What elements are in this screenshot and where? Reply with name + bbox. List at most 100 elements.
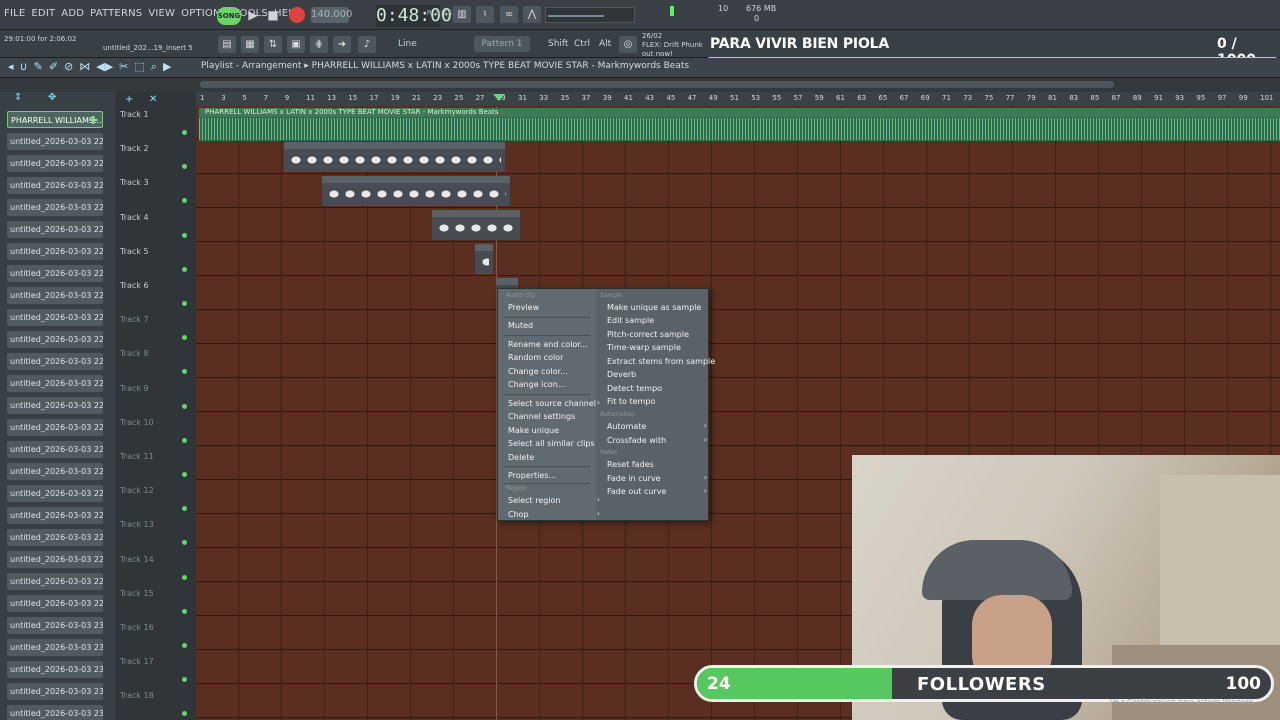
- channel-rack-icon[interactable]: ▦: [241, 36, 259, 53]
- browser-icon[interactable]: ▣: [287, 36, 305, 53]
- audio-clip[interactable]: [284, 142, 505, 172]
- song-mode-toggle[interactable]: SONG: [217, 7, 241, 25]
- channel-item[interactable]: PHARRELL WILLIAMS... ✚: [7, 111, 103, 128]
- snap-select[interactable]: Line: [396, 36, 419, 52]
- channel-item[interactable]: untitled_2026-03-03 22-: [7, 573, 103, 590]
- arrow-left-icon[interactable]: ◂: [8, 60, 14, 74]
- track-header[interactable]: Track 10: [120, 418, 196, 443]
- news-icon[interactable]: ◎: [619, 36, 637, 53]
- menu-item[interactable]: Select source channel: [508, 398, 600, 408]
- select-icon[interactable]: ⬚: [134, 60, 144, 74]
- track-mute-led[interactable]: [182, 198, 187, 204]
- track-mute-led[interactable]: [182, 711, 187, 717]
- audio-clip[interactable]: [322, 176, 510, 206]
- track-header[interactable]: Track 1: [120, 110, 196, 135]
- track-header[interactable]: Track 4: [120, 213, 196, 238]
- menu-add[interactable]: ADD: [61, 8, 84, 19]
- mixer-icon[interactable]: ⇅: [264, 36, 282, 53]
- track-mute-led[interactable]: [182, 574, 187, 580]
- menu-item[interactable]: Reset fades: [607, 460, 654, 469]
- menu-item[interactable]: Crossfade with: [607, 435, 707, 445]
- track-header[interactable]: Track 18: [120, 691, 196, 717]
- track-mute-led[interactable]: [182, 437, 187, 443]
- menu-item[interactable]: Channel settings: [508, 412, 575, 421]
- alt-key[interactable]: Alt: [597, 36, 613, 52]
- channel-item[interactable]: untitled_2026-03-03 22-: [7, 331, 103, 348]
- menu-item[interactable]: Select region: [508, 495, 600, 505]
- delete-tool-icon[interactable]: ⊘: [64, 60, 73, 74]
- menu-item[interactable]: Change icon...: [508, 380, 565, 389]
- menu-item[interactable]: Fit to tempo: [607, 397, 655, 406]
- audio-clip[interactable]: [475, 244, 493, 274]
- menu-item[interactable]: Change color...: [508, 367, 568, 376]
- track-mute-led[interactable]: [182, 403, 187, 409]
- add-track-icon[interactable]: +: [125, 94, 133, 105]
- channel-item[interactable]: untitled_2026-03-03 22-: [7, 551, 103, 568]
- plugin-picker-icon[interactable]: ⋕: [310, 36, 328, 53]
- menu-item[interactable]: Select all similar clips: [508, 439, 595, 448]
- channel-item[interactable]: untitled_2026-03-03 22-: [7, 287, 103, 304]
- pencil-icon[interactable]: ✎: [34, 60, 43, 74]
- channel-item[interactable]: untitled_2026-03-03 22-: [7, 507, 103, 524]
- menu-item[interactable]: Deverb: [607, 370, 636, 379]
- menu-item[interactable]: Make unique: [508, 426, 559, 435]
- track-header[interactable]: Track 16: [120, 623, 196, 648]
- channel-item[interactable]: untitled_2026-03-03 23-: [7, 661, 103, 678]
- add-channel-icon[interactable]: ✚: [89, 112, 98, 127]
- expand-icon[interactable]: ⇕: [14, 92, 22, 103]
- metronome-icon[interactable]: ⋀: [523, 6, 541, 23]
- pattern-select[interactable]: Pattern 1: [474, 36, 530, 52]
- menu-item[interactable]: Fade out curve: [607, 486, 707, 496]
- channel-item[interactable]: untitled_2026-03-03 23-: [7, 683, 103, 700]
- menu-item[interactable]: Time-warp sample: [607, 343, 681, 352]
- channel-item[interactable]: untitled_2026-03-03 22-: [7, 133, 103, 150]
- channel-item[interactable]: untitled_2026-03-03 22-: [7, 199, 103, 216]
- playlist-icon[interactable]: ▤: [218, 36, 236, 53]
- menu-patterns[interactable]: PATTERNS: [90, 8, 142, 19]
- track-mute-led[interactable]: [182, 266, 187, 272]
- mic-icon[interactable]: ♪: [358, 36, 376, 53]
- menu-item[interactable]: Rename and color...: [508, 340, 588, 349]
- menu-item[interactable]: Random color: [508, 353, 563, 362]
- menu-item[interactable]: Delete: [508, 453, 534, 462]
- arrow-icon[interactable]: ➜: [333, 36, 351, 53]
- track-mute-led[interactable]: [182, 369, 187, 375]
- menu-item[interactable]: Properties...: [508, 471, 556, 480]
- track-header[interactable]: Track 7: [120, 315, 196, 341]
- channel-item[interactable]: untitled_2026-03-03 22-: [7, 353, 103, 370]
- track-mute-led[interactable]: [182, 130, 187, 135]
- slip-icon[interactable]: ◀▶: [96, 60, 113, 74]
- zoom-icon[interactable]: ⌕: [151, 60, 157, 74]
- track-header[interactable]: Track 14: [120, 555, 196, 580]
- channel-item[interactable]: untitled_2026-03-03 22-: [7, 595, 103, 612]
- move-icon[interactable]: ✥: [48, 92, 56, 103]
- track-mute-led[interactable]: [182, 335, 187, 341]
- menu-file[interactable]: FILE: [4, 8, 25, 19]
- track-header[interactable]: Track 5: [120, 247, 196, 272]
- channel-item[interactable]: untitled_2026-03-03 22-: [7, 243, 103, 260]
- track-mute-led[interactable]: [182, 643, 187, 648]
- track-mute-led[interactable]: [182, 608, 187, 614]
- track-mute-led[interactable]: [182, 232, 187, 238]
- menu-item[interactable]: Detect tempo: [607, 384, 662, 393]
- timeline-ruler[interactable]: 1 3 5 7 9 11 13 15 17 19 21 23 25 27 29 31 33 35 37 39 41 43 4…: [196, 92, 1280, 106]
- track-mute-led[interactable]: [182, 506, 187, 512]
- channel-item[interactable]: untitled_2026-03-03 23-: [7, 705, 103, 720]
- track-header[interactable]: Track 3: [120, 178, 196, 204]
- channel-item[interactable]: untitled_2026-03-03 22-: [7, 221, 103, 238]
- track-header[interactable]: Track 13: [120, 520, 196, 546]
- track-header[interactable]: Track 2: [120, 144, 196, 170]
- play-preview-icon[interactable]: ▶: [163, 60, 171, 74]
- shift-key[interactable]: Shift: [546, 36, 570, 52]
- track-header[interactable]: Track 12: [120, 486, 196, 512]
- track-mute-led[interactable]: [182, 677, 187, 683]
- menu-item[interactable]: Pitch-correct sample: [607, 330, 689, 339]
- record-button[interactable]: [289, 7, 305, 23]
- menu-item[interactable]: Automate: [607, 421, 707, 431]
- track-mute-led[interactable]: [182, 472, 187, 477]
- ctrl-key[interactable]: Ctrl: [572, 36, 592, 52]
- play-icon[interactable]: ▶: [244, 6, 262, 24]
- menu-item[interactable]: Preview: [508, 303, 539, 312]
- channel-item[interactable]: untitled_2026-03-03 22-: [7, 419, 103, 436]
- playhead-marker-icon[interactable]: [493, 94, 505, 101]
